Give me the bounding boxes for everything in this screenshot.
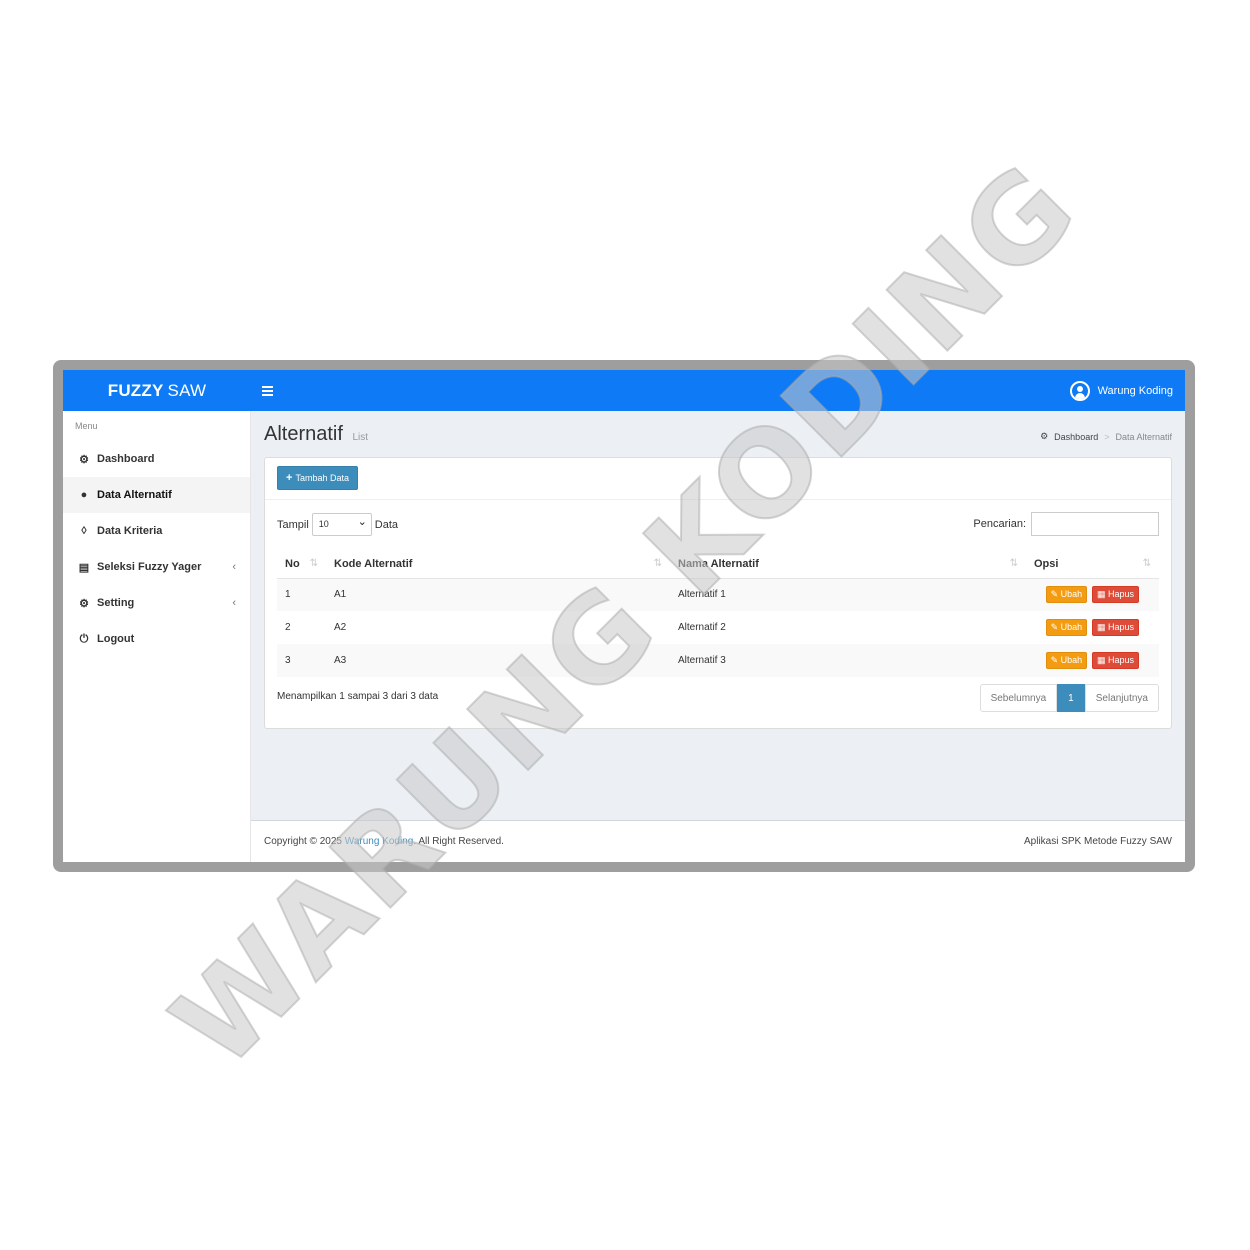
cell-opsi: ✎ Ubah ▦ Hapus [1026,578,1159,611]
footer-copyright: Copyright © 2025 Warung Koding. All Righ… [264,836,504,847]
table-header-row: No ⇅ Kode Alternatif ⇅ Nama Alternatif ⇅ Op… [277,550,1159,579]
delete-button[interactable]: ▦ Hapus [1091,586,1139,604]
plus-icon: + [286,472,293,484]
pagination-page-button[interactable]: 1 [1057,684,1085,712]
column-header-kode[interactable]: Kode Alternatif ⇅ [326,550,670,579]
cell-kode: A2 [334,622,347,633]
data-box: + Tambah Data Tampil 10 Data Pencarian: [264,457,1172,729]
page-subtitle: List [352,432,369,443]
cell-nama: Alternatif 3 [670,644,1026,677]
table-controls: Tampil 10 Data Pencarian: [265,500,1171,550]
page-title-text: Alternatif [264,423,343,445]
user-menu[interactable]: Warung Koding [1069,370,1173,411]
cell-kode: A3 [326,644,670,677]
sidebar-toggle-icon[interactable] [262,382,276,399]
sidebar-item-label: Seleksi Fuzzy Yager [97,561,202,573]
sidebar-item-dashboard[interactable]: ⚙ Dashboard [63,441,250,477]
cell-no: 1 [277,578,326,611]
pagination-next-button[interactable]: Selanjutnya [1084,684,1159,712]
sort-icon: ⇅ [653,558,662,569]
sidebar-item-logout[interactable]: ⏻ Logout [63,621,250,657]
add-data-button[interactable]: + Tambah Data [277,466,358,490]
user-circle-icon [1069,380,1090,401]
logo-text: SAW [167,380,207,400]
breadcrumb-current: Data Alternatif [1115,431,1172,442]
data-label: Data [374,518,399,531]
main-content: Alternatif List ⚙ Dashboard > Data Alter… [251,411,1185,821]
app-logo[interactable]: FUZZY SAW [63,370,251,411]
power-icon: ⏻ [79,632,89,645]
alternatif-table: No ⇅ Kode Alternatif ⇅ Nama Alternatif ⇅ Op… [277,550,1159,677]
sidebar-item-label: Data Kriteria [97,525,163,537]
cell-nama: Alternatif 2 [678,622,726,633]
edit-button[interactable]: ✎ Ubah [1045,586,1088,604]
chevron-left-icon: ‹ [232,597,236,609]
sidebar-item-label: Dashboard [97,453,155,465]
column-header-no[interactable]: No ⇅ [277,550,326,579]
users-icon: ● [80,489,88,501]
footer: Copyright © 2025 Warung Koding. All Righ… [251,820,1185,862]
user-name: Warung Koding [1097,384,1173,397]
edit-button[interactable]: ✎ Ubah [1045,652,1088,669]
cell-kode: A1 [326,578,670,611]
sidebar: Menu ⚙ Dashboard ● Data Alternatif ◊ Dat… [63,411,251,862]
bar-chart-icon: ▤ [78,561,90,574]
sidebar-item-seleksi-fuzzy-yager[interactable]: ▤ Seleksi Fuzzy Yager ‹ [63,549,250,585]
sidebar-item-data-kriteria[interactable]: ◊ Data Kriteria [63,513,250,549]
footer-app-name: Aplikasi SPK Metode Fuzzy SAW [1023,836,1172,847]
breadcrumb-home[interactable]: Dashboard [1054,432,1098,442]
sidebar-item-data-alternatif[interactable]: ● Data Alternatif [63,477,250,513]
add-data-label: Tambah Data [295,473,349,483]
page-length-select[interactable]: 10 [311,513,372,536]
logo-bold-text: FUZZY [107,380,164,400]
pagination-prev-button[interactable]: Sebelumnya [979,684,1058,712]
dashboard-icon: ⚙ [79,453,89,466]
top-navbar: FUZZY SAW Warung Koding [63,370,1185,411]
sort-icon: ⇅ [1009,558,1018,569]
column-header-opsi[interactable]: Opsi ⇅ [1026,550,1159,579]
page-title: Alternatif List [264,423,368,446]
column-header-nama[interactable]: Nama Alternatif ⇅ [670,550,1026,579]
cell-no: 3 [277,644,326,677]
search-input[interactable] [1031,512,1159,536]
chevron-left-icon: ‹ [232,561,236,573]
pagination: Sebelumnya 1 Selanjutnya [979,684,1159,712]
sidebar-item-setting[interactable]: ⚙ Setting ‹ [63,585,250,621]
table-row: 3 A3 Alternatif 3 ✎ Ubah ▦ Hapus [277,644,1159,677]
cell-no: 2 [285,622,291,633]
breadcrumb: ⚙ Dashboard > Data Alternatif [1040,431,1172,442]
search-control: Pencarian: [973,512,1159,536]
cell-opsi: ✎ Ubah ▦ Hapus [1026,644,1159,677]
table-info: Menampilkan 1 sampai 3 dari 3 data [277,691,439,702]
sidebar-item-label: Logout [97,633,135,645]
gear-icon: ⚙ [79,597,89,610]
delete-button[interactable]: ▦ Hapus [1091,619,1139,636]
box-header: + Tambah Data [265,458,1171,500]
breadcrumb-separator: > [1104,431,1110,442]
app-window: FUZZY SAW Warung Koding Menu ⚙ Dashboard… [63,370,1185,862]
cell-opsi: ✎ Ubah ▦ Hapus [1026,611,1159,644]
search-label: Pencarian: [973,518,1026,530]
footer-link[interactable]: Warung Koding [345,836,414,847]
delete-button[interactable]: ▦ Hapus [1091,652,1139,669]
dashboard-icon: ⚙ [1040,431,1049,441]
sort-asc-icon: ⇅ [309,558,318,569]
edit-button[interactable]: ✎ Ubah [1045,619,1088,636]
cubes-icon: ◊ [81,525,87,537]
table-row: 1 A1 Alternatif 1 ✎ Ubah ▦ Hapus [277,578,1159,611]
sidebar-item-label: Setting [97,597,135,609]
sidebar-header: Menu [75,421,98,431]
show-label: Tampil [277,518,309,531]
sort-icon: ⇅ [1142,558,1151,569]
table-row: 2 A2 Alternatif 2 ✎ Ubah ▦ Hapus [277,611,1159,644]
cell-nama: Alternatif 1 [670,578,1026,611]
sidebar-item-label: Data Alternatif [97,489,172,501]
page-length-control: Tampil 10 Data [277,513,398,536]
